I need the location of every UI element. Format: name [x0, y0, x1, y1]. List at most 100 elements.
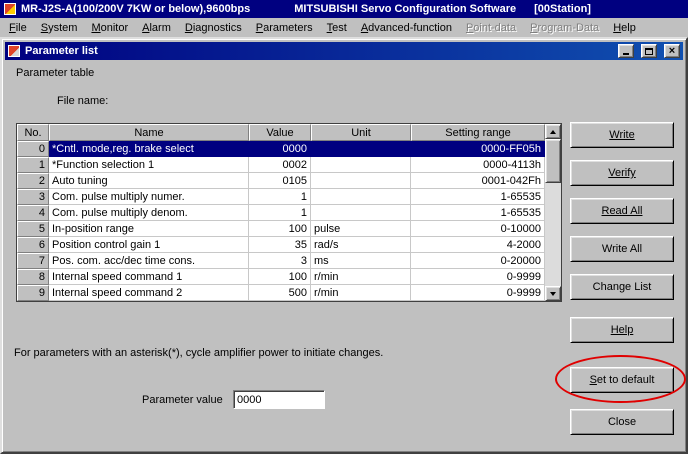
parameter-value-label: Parameter value	[142, 394, 223, 406]
cell-no: 1	[17, 157, 49, 173]
cell-name[interactable]: Position control gain 1	[49, 237, 249, 253]
menu-item-file[interactable]: File	[2, 20, 34, 36]
cell-value[interactable]: 1	[249, 189, 311, 205]
cell-value[interactable]: 0105	[249, 173, 311, 189]
cell-unit[interactable]	[311, 157, 411, 173]
action-buttons: Write Verify Read All Write All Change List H…	[570, 122, 674, 435]
table-scrollbar[interactable]	[545, 124, 561, 301]
cell-unit[interactable]	[311, 205, 411, 221]
cell-no: 0	[17, 141, 49, 157]
write-all-button[interactable]: Write All	[570, 236, 674, 262]
column-header-setting-range: Setting range	[411, 124, 545, 141]
cell-range[interactable]: 1-65535	[411, 189, 545, 205]
arrow-up-icon	[550, 130, 556, 134]
app-icon	[4, 3, 16, 15]
cell-name[interactable]: Internal speed command 2	[49, 285, 249, 301]
titlebar-station-text: [00Station]	[534, 3, 591, 15]
cell-no: 2	[17, 173, 49, 189]
cell-value[interactable]: 1	[249, 205, 311, 221]
maximize-button[interactable]	[641, 44, 657, 58]
menubar: FileSystemMonitorAlarmDiagnosticsParamet…	[0, 18, 688, 37]
column-header-value: Value	[249, 124, 311, 141]
minimize-icon	[623, 53, 629, 55]
scrollbar-thumb[interactable]	[545, 139, 561, 183]
cell-value[interactable]: 500	[249, 285, 311, 301]
cell-value[interactable]: 100	[249, 269, 311, 285]
cell-value[interactable]: 0000	[249, 141, 311, 157]
table-row[interactable]: 5In-position range100pulse0-10000	[17, 221, 545, 237]
help-button[interactable]: Help	[570, 317, 674, 343]
table-row[interactable]: 3Com. pulse multiply numer.11-65535	[17, 189, 545, 205]
cell-unit[interactable]	[311, 141, 411, 157]
cell-unit[interactable]: r/min	[311, 269, 411, 285]
cell-unit[interactable]	[311, 173, 411, 189]
verify-button[interactable]: Verify	[570, 160, 674, 186]
menu-item-advanced-function[interactable]: Advanced-function	[354, 20, 459, 36]
cell-range[interactable]: 0-10000	[411, 221, 545, 237]
cell-name[interactable]: Com. pulse multiply numer.	[49, 189, 249, 205]
cell-name[interactable]: Internal speed command 1	[49, 269, 249, 285]
cell-name[interactable]: Pos. com. acc/dec time cons.	[49, 253, 249, 269]
cell-value[interactable]: 3	[249, 253, 311, 269]
arrow-down-icon	[550, 292, 556, 296]
table-row[interactable]: 9Internal speed command 2500r/min0-9999	[17, 285, 545, 301]
menu-item-test[interactable]: Test	[320, 20, 354, 36]
menu-item-point-data: Point-data	[459, 20, 523, 36]
scroll-up-button[interactable]	[545, 124, 561, 139]
scrollbar-track[interactable]	[545, 139, 561, 286]
cell-range[interactable]: 0000-4113h	[411, 157, 545, 173]
menu-item-program-data: Program-Data	[523, 20, 606, 36]
table-row[interactable]: 7Pos. com. acc/dec time cons.3ms0-20000	[17, 253, 545, 269]
menu-item-system[interactable]: System	[34, 20, 85, 36]
cell-range[interactable]: 0-20000	[411, 253, 545, 269]
cell-no: 4	[17, 205, 49, 221]
cell-value[interactable]: 0002	[249, 157, 311, 173]
table-row[interactable]: 6Position control gain 135rad/s4-2000	[17, 237, 545, 253]
titlebar-device-text: MR-J2S-A(100/200V 7KW or below),9600bps	[21, 3, 250, 15]
cell-name[interactable]: *Cntl. mode,reg. brake select	[49, 141, 249, 157]
menu-item-parameters[interactable]: Parameters	[249, 20, 320, 36]
cell-value[interactable]: 35	[249, 237, 311, 253]
cell-range[interactable]: 0-9999	[411, 285, 545, 301]
cell-no: 8	[17, 269, 49, 285]
parameter-list-titlebar: Parameter list ×	[5, 42, 683, 60]
table-row[interactable]: 8Internal speed command 1100r/min0-9999	[17, 269, 545, 285]
cell-name[interactable]: In-position range	[49, 221, 249, 237]
cell-value[interactable]: 100	[249, 221, 311, 237]
set-to-default-button[interactable]: Set to default	[570, 367, 674, 393]
cell-unit[interactable]: rad/s	[311, 237, 411, 253]
menu-item-monitor[interactable]: Monitor	[84, 20, 135, 36]
cell-range[interactable]: 0001-042Fh	[411, 173, 545, 189]
cell-name[interactable]: Com. pulse multiply denom.	[49, 205, 249, 221]
cell-range[interactable]: 0-9999	[411, 269, 545, 285]
parameter-value-input[interactable]	[233, 390, 325, 409]
cell-range[interactable]: 1-65535	[411, 205, 545, 221]
asterisk-note: For parameters with an asterisk(*), cycl…	[14, 347, 383, 359]
file-name-label: File name:	[57, 95, 108, 107]
cell-no: 5	[17, 221, 49, 237]
table-row[interactable]: 1*Function selection 10002 0000-4113h	[17, 157, 545, 173]
close-button[interactable]: Close	[570, 409, 674, 435]
cell-unit[interactable]: r/min	[311, 285, 411, 301]
cell-unit[interactable]: pulse	[311, 221, 411, 237]
close-window-button[interactable]: ×	[664, 44, 680, 58]
read-all-button[interactable]: Read All	[570, 198, 674, 224]
table-row[interactable]: 0*Cntl. mode,reg. brake select0000 0000-F…	[17, 141, 545, 157]
cell-name[interactable]: *Function selection 1	[49, 157, 249, 173]
menu-item-diagnostics[interactable]: Diagnostics	[178, 20, 249, 36]
menu-item-alarm[interactable]: Alarm	[135, 20, 178, 36]
table-row[interactable]: 2Auto tuning0105 0001-042Fh	[17, 173, 545, 189]
minimize-button[interactable]	[618, 44, 634, 58]
menu-item-help[interactable]: Help	[606, 20, 643, 36]
write-button[interactable]: Write	[570, 122, 674, 148]
change-list-button[interactable]: Change List	[570, 274, 674, 300]
cell-unit[interactable]: ms	[311, 253, 411, 269]
scroll-down-button[interactable]	[545, 286, 561, 301]
table-row[interactable]: 4Com. pulse multiply denom.1 1-65535	[17, 205, 545, 221]
cell-unit[interactable]	[311, 189, 411, 205]
parameter-table: No.NameValueUnitSetting range 0*Cntl. mo…	[16, 123, 562, 302]
cell-range[interactable]: 4-2000	[411, 237, 545, 253]
cell-range[interactable]: 0000-FF05h	[411, 141, 545, 157]
cell-name[interactable]: Auto tuning	[49, 173, 249, 189]
parameter-list-icon	[8, 45, 20, 57]
